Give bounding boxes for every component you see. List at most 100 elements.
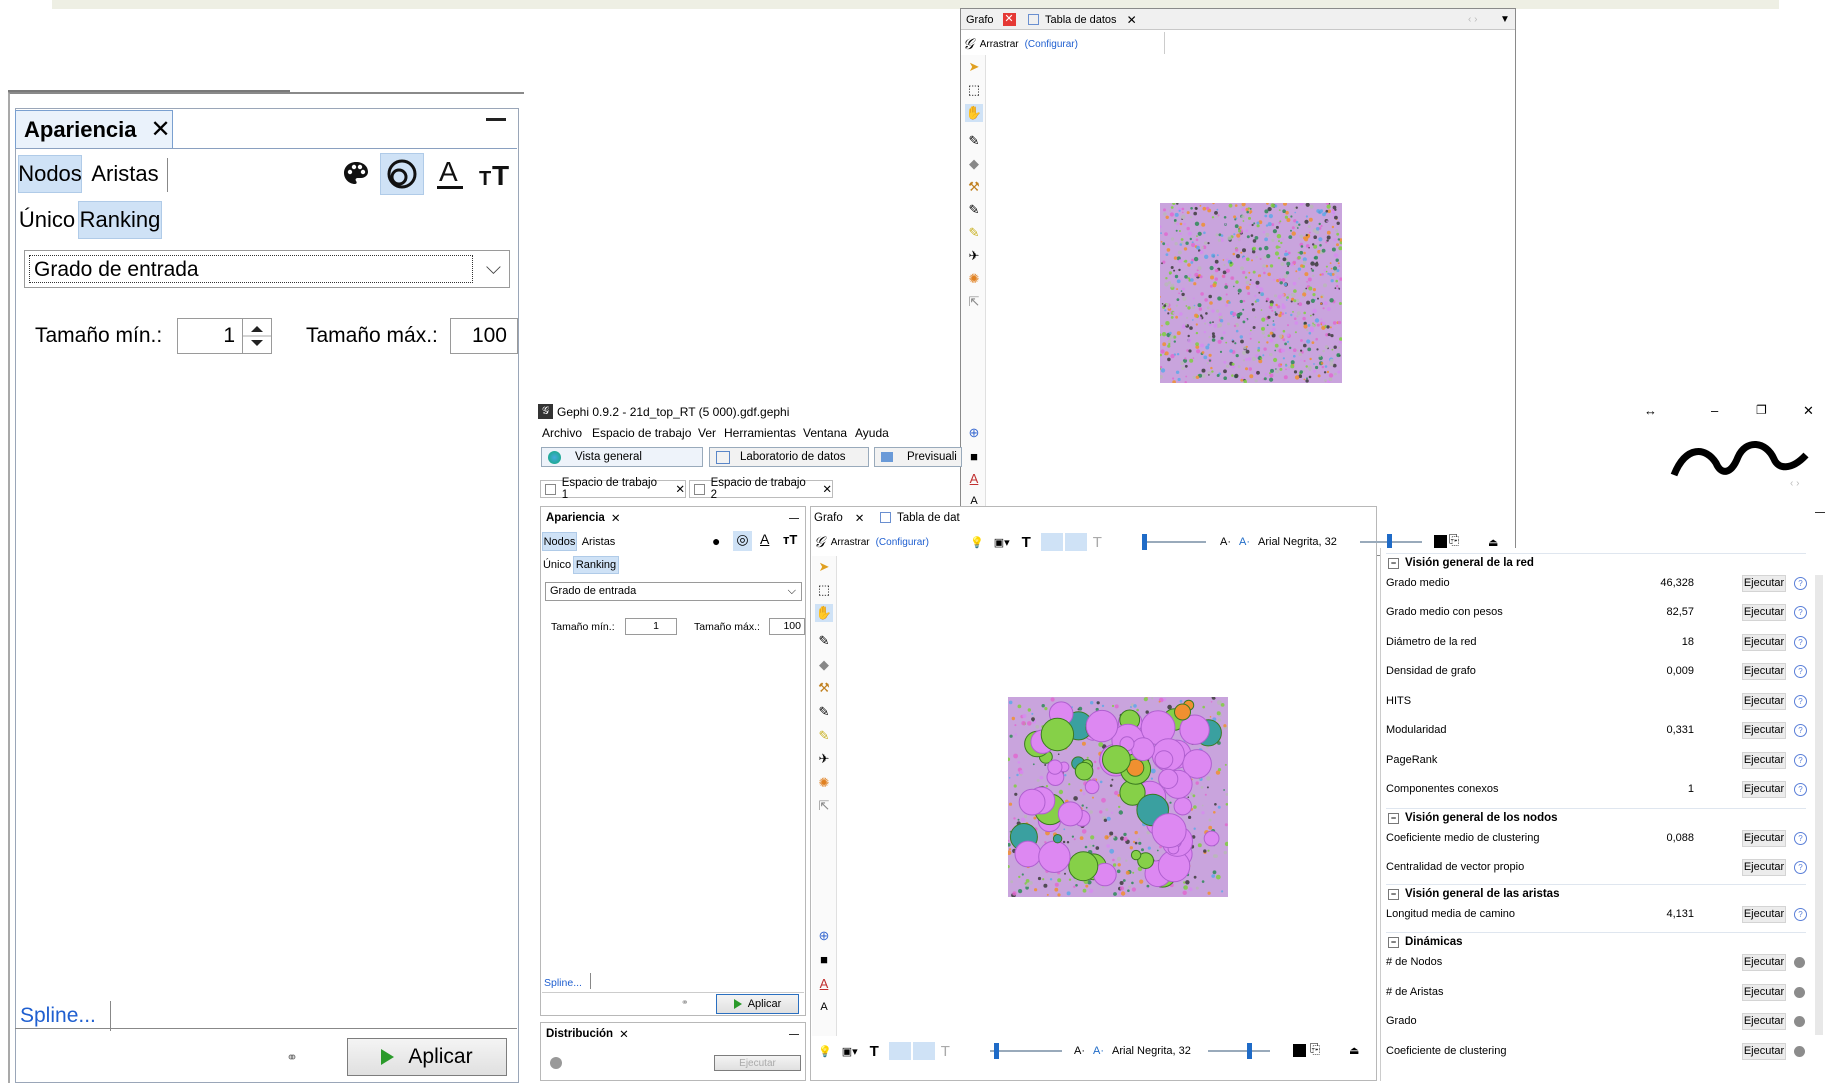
diamond-icon[interactable]: ◆ xyxy=(965,155,983,173)
label-size-icon[interactable]: TT xyxy=(476,153,516,195)
run-button[interactable]: Ejecutar xyxy=(1742,859,1786,876)
screenshot-icon[interactable]: ▣▾ xyxy=(994,536,1010,549)
zoom-icon[interactable]: ⊕ xyxy=(815,927,833,945)
edge-color-icon[interactable] xyxy=(912,1042,935,1060)
settings-dot-icon[interactable] xyxy=(1794,1016,1805,1027)
nodes-toggle-small[interactable]: Nodos xyxy=(542,532,577,551)
heatmap-icon[interactable]: ✺ xyxy=(965,270,983,288)
edge-labels-icon[interactable]: T xyxy=(941,1043,950,1060)
size-icon[interactable]: ◎ xyxy=(733,531,752,551)
palette-icon[interactable]: ● xyxy=(712,533,720,549)
edges-visible-icon[interactable] xyxy=(1040,533,1063,551)
label-color-swatch[interactable] xyxy=(1434,535,1447,548)
mode-ranking-small[interactable]: Ranking xyxy=(573,556,619,574)
tab-grafo-main[interactable]: Grafo ✕ xyxy=(814,508,864,527)
run-button[interactable]: Ejecutar xyxy=(1742,906,1786,923)
edge-pencil-icon[interactable]: ✎ xyxy=(815,727,833,745)
help-icon[interactable]: ? xyxy=(1794,724,1807,737)
label-size-slider[interactable] xyxy=(1208,1050,1270,1052)
background-color-icon[interactable]: ■ xyxy=(965,448,983,466)
help-icon[interactable]: ? xyxy=(1794,606,1807,619)
select-arrow-icon[interactable]: ➤ xyxy=(815,558,833,576)
graph-canvas-main[interactable] xyxy=(1008,697,1228,897)
tab-grafo[interactable]: Grafo ✕ xyxy=(966,10,1016,29)
light-bulb-icon[interactable]: 💡 xyxy=(970,536,984,549)
close-icon[interactable]: ✕ xyxy=(611,511,621,525)
screenshot-icon[interactable]: ▣▾ xyxy=(842,1045,858,1058)
run-button[interactable]: Ejecutar xyxy=(1742,752,1786,769)
apply-button[interactable]: Aplicar xyxy=(347,1038,507,1076)
minimize-icon[interactable] xyxy=(486,118,506,121)
collapse-toggle-icon[interactable]: − xyxy=(1388,888,1399,900)
close-icon[interactable]: ✕ xyxy=(822,482,832,496)
run-button[interactable]: Ejecutar xyxy=(1742,1043,1786,1060)
zoom-icon[interactable]: ⊕ xyxy=(965,424,983,442)
show-labels-icon[interactable]: T xyxy=(870,1043,879,1060)
close-icon[interactable]: ✕ xyxy=(619,1027,629,1041)
tab-apariencia-small[interactable]: Apariencia ✕ xyxy=(546,511,620,525)
spinner-arrows[interactable] xyxy=(242,319,271,353)
show-labels-icon[interactable]: T xyxy=(1022,534,1031,551)
run-button[interactable]: Ejecutar xyxy=(1742,575,1786,592)
collapse-toggle-icon[interactable]: − xyxy=(1388,812,1399,824)
run-button[interactable]: Ejecutar xyxy=(1742,634,1786,651)
workspace-tab-1[interactable]: Espacio de trabajo 1 ✕ xyxy=(540,477,686,501)
restore-window-icon[interactable]: ❐ xyxy=(1756,403,1767,417)
run-button[interactable]: Ejecutar xyxy=(1742,604,1786,621)
min-size-spinner[interactable]: 1 xyxy=(177,318,272,354)
rectangle-select-icon[interactable]: ⬚ xyxy=(815,581,833,599)
menu-espacio-de-trabajo[interactable]: Espacio de trabajo xyxy=(592,426,691,440)
help-icon[interactable]: ? xyxy=(1794,754,1807,767)
graph-canvas-floating[interactable] xyxy=(1160,203,1342,383)
increase-font-icon[interactable]: A· xyxy=(1093,1045,1104,1057)
scrollbar[interactable] xyxy=(1815,575,1823,1035)
help-icon[interactable]: ? xyxy=(1794,832,1807,845)
stats-section-header[interactable]: − Dinámicas xyxy=(1386,932,1806,951)
drag-hand-icon[interactable]: ✋ xyxy=(815,604,833,622)
spline-link-small[interactable]: Spline... xyxy=(544,977,582,989)
rectangle-select-icon[interactable]: ⬚ xyxy=(965,81,983,99)
mode-unique-small[interactable]: Único xyxy=(542,556,572,574)
collapse-icon[interactable]: ⏏ xyxy=(1349,1044,1359,1057)
edge-scale-knob[interactable] xyxy=(1142,534,1147,550)
label-color-icon[interactable]: A xyxy=(430,153,470,195)
help-icon[interactable]: ? xyxy=(1794,861,1807,874)
select-arrow-icon[interactable]: ➤ xyxy=(965,58,983,76)
tab-tabla-de-datos[interactable]: Tabla de datos ✕ xyxy=(1028,10,1137,29)
tab-apariencia[interactable]: Apariencia ✕ xyxy=(15,110,173,148)
menu-archivo[interactable]: Archivo xyxy=(542,426,582,440)
label-settings-icon[interactable]: ⎘ xyxy=(1310,1041,1320,1057)
help-icon[interactable]: ? xyxy=(1794,665,1807,678)
nodes-toggle[interactable]: Nodos xyxy=(18,155,82,193)
tab-scroll-arrows[interactable]: ‹ › xyxy=(1468,10,1477,29)
drag-hand-icon[interactable]: ✋ xyxy=(965,104,983,122)
menu-ver[interactable]: Ver xyxy=(698,426,716,440)
edge-scale-slider[interactable] xyxy=(990,1050,1062,1052)
minimize-icon[interactable] xyxy=(1815,512,1825,513)
minimize-window-icon[interactable]: – xyxy=(1711,403,1718,418)
stats-section-header[interactable]: − Visión general de la red xyxy=(1386,553,1806,572)
edit-icon[interactable]: ⇱ xyxy=(815,797,833,815)
run-button[interactable]: Ejecutar xyxy=(1742,1013,1786,1030)
attribute-select-small[interactable]: Grado de entrada ⌵ xyxy=(545,582,802,601)
painter-icon[interactable]: ⚒ xyxy=(815,679,833,697)
edit-icon[interactable]: ⇱ xyxy=(965,293,983,311)
close-window-icon[interactable]: ✕ xyxy=(1803,403,1814,419)
edges-visible-icon[interactable] xyxy=(888,1042,911,1060)
workspace-tab-2[interactable]: Espacio de trabajo 2 ✕ xyxy=(689,477,833,501)
resize-icon[interactable]: ↔ xyxy=(1644,403,1657,418)
close-icon[interactable]: ✕ xyxy=(855,511,865,525)
collapse-toggle-icon[interactable]: − xyxy=(1388,557,1399,569)
tab-list-icon[interactable]: ▼ xyxy=(1500,10,1510,29)
max-size-spinner-small[interactable]: 100 xyxy=(769,618,805,635)
edge-pencil-icon[interactable]: ✎ xyxy=(965,224,983,242)
stats-section-header[interactable]: − Visión general de los nodos xyxy=(1386,808,1806,827)
menu-herramientas[interactable]: Herramientas xyxy=(724,426,796,440)
pencil-icon[interactable]: ✎ xyxy=(965,201,983,219)
nav-laboratorio-de-datos[interactable]: Laboratorio de datos xyxy=(709,447,869,467)
collapse-toggle-icon[interactable]: − xyxy=(1388,936,1399,948)
max-size-spinner[interactable]: 100 xyxy=(450,318,518,354)
decrease-font-icon[interactable]: A· xyxy=(1220,536,1231,548)
settings-dot-icon[interactable] xyxy=(1794,957,1805,968)
font-name[interactable]: Arial Negrita, 32 xyxy=(1258,536,1337,548)
